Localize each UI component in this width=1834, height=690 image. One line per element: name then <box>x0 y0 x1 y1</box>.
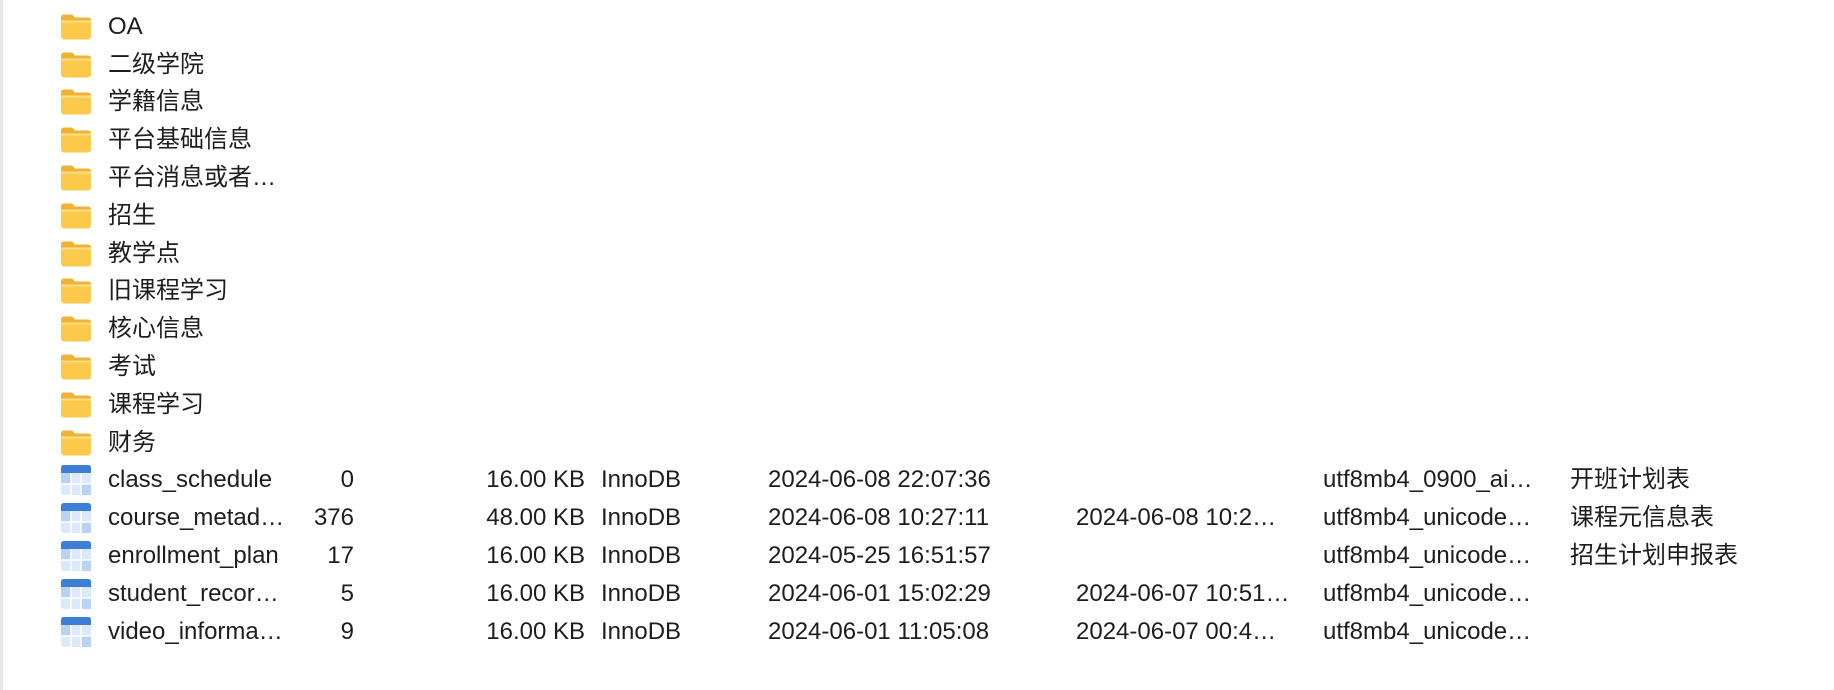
folder-name: 核心信息 <box>108 315 204 343</box>
table-row-count: 17 <box>327 542 354 570</box>
folder-name: 旧课程学习 <box>108 277 228 305</box>
table-row-count: 9 <box>340 617 354 645</box>
table-created-date: 2024-06-08 10:27:11 <box>768 504 990 532</box>
folder-icon <box>60 51 92 78</box>
table-collation: utf8mb4_unicode… <box>1323 504 1532 532</box>
folder-icon <box>60 165 92 192</box>
table-created-date: 2024-06-01 15:02:29 <box>768 579 991 607</box>
folder-row[interactable]: 教学点 <box>0 235 1834 273</box>
table-collation: utf8mb4_unicode… <box>1323 579 1532 607</box>
folder-name: OA <box>108 12 143 40</box>
table-icon <box>60 616 92 648</box>
folder-name: 平台消息或者… <box>108 164 276 192</box>
folder-row[interactable]: 学籍信息 <box>0 84 1834 122</box>
folder-icon <box>60 391 92 418</box>
folder-icon <box>60 13 92 40</box>
folder-row[interactable]: 招生 <box>0 197 1834 235</box>
folder-row[interactable]: 旧课程学习 <box>0 273 1834 311</box>
folder-row[interactable]: 财务 <box>0 424 1834 462</box>
table-engine: InnoDB <box>601 466 682 494</box>
table-name: course_metad… <box>108 504 285 532</box>
table-comment: 开班计划表 <box>1570 466 1690 494</box>
table-engine: InnoDB <box>601 579 682 607</box>
folder-icon <box>60 316 92 343</box>
folder-icon <box>60 429 92 456</box>
table-modified-date: 2024-06-07 10:51… <box>1076 579 1290 607</box>
table-engine: InnoDB <box>601 542 682 570</box>
folder-row[interactable]: 二级学院 <box>0 46 1834 84</box>
folder-icon <box>60 127 92 154</box>
table-engine: InnoDB <box>601 504 682 532</box>
folder-row[interactable]: 平台基础信息 <box>0 121 1834 159</box>
table-row-count: 0 <box>340 466 354 494</box>
table-row[interactable]: class_schedule 0 16.00 KB InnoDB 2024-06… <box>0 462 1834 500</box>
table-row-count: 5 <box>340 579 354 607</box>
folder-icon <box>60 240 92 267</box>
table-name: class_schedule <box>108 466 273 494</box>
folder-name: 教学点 <box>108 239 180 267</box>
table-data-size: 16.00 KB <box>486 542 585 570</box>
folder-row[interactable]: 核心信息 <box>0 310 1834 348</box>
table-modified-date: 2024-06-07 00:4… <box>1076 617 1277 645</box>
table-icon <box>60 464 92 496</box>
folder-icon <box>60 278 92 305</box>
table-icon <box>60 502 92 534</box>
table-comment: 课程元信息表 <box>1570 504 1714 532</box>
folder-row[interactable]: 课程学习 <box>0 386 1834 424</box>
folder-name: 财务 <box>108 428 156 456</box>
table-modified-date: 2024-06-08 10:2… <box>1076 504 1277 532</box>
table-collation: utf8mb4_0900_ai… <box>1323 466 1533 494</box>
folder-name: 招生 <box>108 201 156 229</box>
folder-name: 学籍信息 <box>108 88 204 116</box>
table-comment: 招生计划申报表 <box>1570 542 1738 570</box>
folder-icon <box>60 354 92 381</box>
folder-name: 考试 <box>108 353 156 381</box>
table-collation: utf8mb4_unicode… <box>1323 542 1532 570</box>
table-created-date: 2024-05-25 16:51:57 <box>768 542 991 570</box>
table-icon <box>60 540 92 572</box>
folder-row[interactable]: 平台消息或者… <box>0 159 1834 197</box>
table-name: enrollment_plan <box>108 542 279 570</box>
table-row[interactable]: video_informa… 9 16.00 KB InnoDB 2024-06… <box>0 613 1834 651</box>
object-list: OA 二级学院 学籍信息 平台基础信息 平台消息或者… 招生 教学点 旧课程学习… <box>0 8 1834 651</box>
table-collation: utf8mb4_unicode… <box>1323 617 1532 645</box>
table-data-size: 16.00 KB <box>486 617 585 645</box>
table-row-count: 376 <box>313 504 354 532</box>
table-engine: InnoDB <box>601 617 682 645</box>
folder-name: 平台基础信息 <box>108 126 252 154</box>
folder-row[interactable]: 考试 <box>0 348 1834 386</box>
table-name: student_recor… <box>108 579 279 607</box>
table-name: video_informa… <box>108 617 283 645</box>
table-row[interactable]: course_metad… 376 48.00 KB InnoDB 2024-0… <box>0 499 1834 537</box>
folder-row[interactable]: OA <box>0 8 1834 46</box>
folder-icon <box>60 202 92 229</box>
table-row[interactable]: student_recor… 5 16.00 KB InnoDB 2024-06… <box>0 575 1834 613</box>
table-created-date: 2024-06-01 11:05:08 <box>768 617 990 645</box>
table-created-date: 2024-06-08 22:07:36 <box>768 466 991 494</box>
folder-name: 课程学习 <box>108 390 204 418</box>
table-data-size: 16.00 KB <box>486 579 585 607</box>
folder-name: 二级学院 <box>108 50 204 78</box>
table-icon <box>60 578 92 610</box>
folder-icon <box>60 89 92 116</box>
table-data-size: 16.00 KB <box>486 466 585 494</box>
table-row[interactable]: enrollment_plan 17 16.00 KB InnoDB 2024-… <box>0 537 1834 575</box>
table-data-size: 48.00 KB <box>486 504 585 532</box>
